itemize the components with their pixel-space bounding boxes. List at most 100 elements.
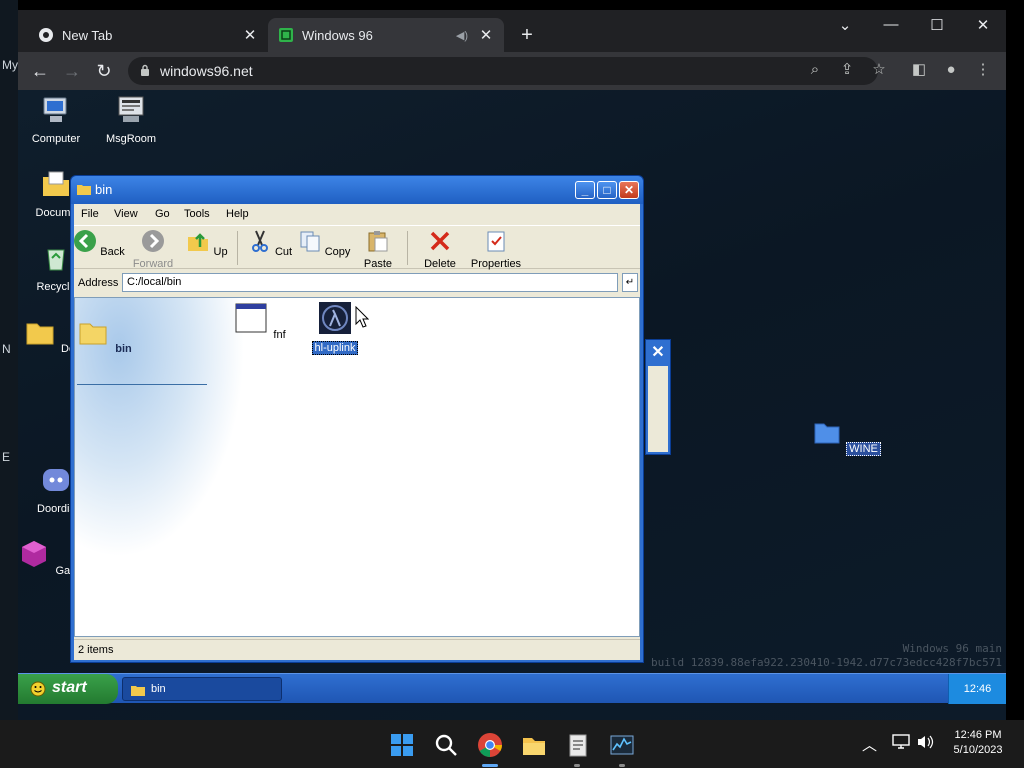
windows96-icon — [279, 28, 293, 42]
toolbar-label: Copy — [324, 246, 351, 258]
explorer-body: File View Go Tools Help Back Forward Up — [74, 204, 640, 660]
desktop-icon-label: MsgRoom — [105, 133, 157, 145]
paste-button[interactable]: Paste — [351, 229, 405, 270]
properties-button[interactable]: Properties — [467, 229, 525, 270]
scissors-icon — [251, 230, 268, 252]
folder-icon — [26, 323, 54, 345]
task-manager-icon[interactable] — [609, 732, 635, 758]
half-life-lambda-icon — [319, 302, 351, 334]
game-cube-icon — [22, 541, 47, 567]
delete-button[interactable]: Delete — [413, 229, 467, 270]
toolbar-separator — [237, 231, 238, 265]
w96-clock: 12:46 — [948, 674, 1006, 704]
share-icon[interactable]: ⇪ — [836, 59, 858, 81]
copy-icon — [300, 231, 320, 252]
close-tab-button[interactable]: ✕ — [478, 26, 494, 44]
running-indicator — [574, 764, 580, 767]
windows-start-icon[interactable] — [389, 732, 415, 758]
tab-search-button[interactable]: ⌄ — [830, 16, 860, 34]
system-clock[interactable]: 12:46 PM 5/10/2023 — [938, 728, 1018, 758]
chrome-icon[interactable] — [477, 732, 503, 758]
computer-icon — [43, 97, 67, 122]
desktop-icon-wine[interactable]: WINE — [808, 416, 884, 456]
bookmark-star-icon[interactable]: ☆ — [868, 59, 890, 81]
task-label: bin — [151, 683, 166, 695]
maximize-button[interactable]: □ — [597, 181, 617, 199]
speaker-icon[interactable]: ◀) — [456, 29, 468, 42]
properties-icon — [487, 231, 505, 252]
host-label: E — [2, 450, 11, 464]
address-bar[interactable]: windows96.net — [128, 57, 878, 85]
url-text: windows96.net — [160, 63, 253, 79]
chevron-up-icon[interactable]: ︿ — [862, 734, 877, 755]
close-button[interactable]: ✕ — [619, 181, 639, 199]
address-label: Address — [78, 277, 119, 289]
tab-windows-96[interactable]: Windows 96 ◀) ✕ — [268, 18, 504, 52]
desktop-icon-label: WINE — [846, 442, 881, 456]
toolbar-label: Cut — [274, 246, 293, 258]
tab-strip: New Tab ✕ Windows 96 ◀) ✕ + ⌄ — ☐ ✕ — [18, 10, 1006, 52]
clock-time: 12:46 PM — [954, 729, 1002, 741]
window-title: bin — [95, 182, 113, 197]
menu-tools[interactable]: Tools — [184, 208, 210, 220]
file-item[interactable]: fnf — [231, 302, 291, 341]
volume-icon[interactable] — [916, 734, 934, 750]
maximize-button[interactable]: ☐ — [922, 16, 952, 34]
host-taskbar: ︿ 12:46 PM 5/10/2023 — [0, 720, 1024, 768]
documents-folder-icon — [43, 171, 69, 196]
taskbar-item-bin[interactable]: bin — [122, 677, 282, 701]
close-tab-button[interactable]: ✕ — [242, 26, 258, 44]
copy-button[interactable]: Copy — [297, 229, 351, 258]
explorer-title-bar[interactable]: bin _ □ ✕ — [71, 176, 643, 204]
active-indicator — [482, 764, 498, 767]
discord-icon — [43, 469, 69, 491]
dialog-body — [648, 366, 668, 452]
profile-icon[interactable]: ● — [940, 59, 962, 81]
host-label: My — [2, 58, 18, 72]
search-icon[interactable] — [433, 732, 459, 758]
w96-taskbar: start bin 12:46 — [18, 673, 1006, 704]
cut-button[interactable]: Cut — [243, 229, 297, 258]
forward-button[interactable]: Forward — [126, 229, 180, 270]
close-icon[interactable]: ✕ — [648, 343, 668, 363]
forward-icon[interactable]: → — [60, 59, 84, 83]
menu-view[interactable]: View — [114, 208, 138, 220]
tab-new-tab[interactable]: New Tab ✕ — [28, 18, 268, 52]
menu-file[interactable]: File — [81, 208, 99, 220]
explorer-toolbar: Back Forward Up Cut Copy Paste Delete Pr… — [72, 225, 640, 270]
back-button[interactable]: Back — [72, 229, 126, 258]
mouse-cursor-icon — [355, 306, 369, 328]
paste-clipboard-icon — [368, 231, 388, 252]
toolbar-label: Forward — [132, 258, 174, 270]
back-icon[interactable]: ← — [28, 59, 52, 83]
smiley-icon — [30, 681, 46, 697]
desktop-icon-computer[interactable]: Computer — [18, 94, 94, 145]
start-label: start — [52, 679, 87, 696]
close-window-button[interactable]: ✕ — [968, 16, 998, 34]
minimize-button[interactable]: _ — [575, 181, 595, 199]
delete-x-icon — [430, 231, 450, 251]
zoom-icon[interactable]: ⌕ — [804, 59, 826, 81]
address-input[interactable]: C:/local/bin — [122, 273, 618, 292]
current-folder: bin — [75, 316, 135, 355]
file-label: fnf — [273, 329, 286, 341]
menu-go[interactable]: Go — [155, 208, 170, 220]
minimize-button[interactable]: — — [876, 16, 906, 33]
menu-help[interactable]: Help — [226, 208, 249, 220]
desktop-icon-msgroom[interactable]: MsgRoom — [93, 94, 169, 145]
up-button[interactable]: Up — [180, 229, 234, 258]
file-explorer-icon[interactable] — [521, 732, 547, 758]
new-tab-button[interactable]: + — [516, 24, 538, 46]
notepad-icon[interactable] — [565, 732, 591, 758]
go-arrow-icon[interactable]: ↵ — [622, 273, 638, 292]
reload-icon[interactable]: ↻ — [92, 59, 116, 83]
side-panel-icon[interactable]: ◧ — [908, 59, 930, 81]
running-indicator — [619, 764, 625, 767]
toolbar-label: Delete — [424, 258, 456, 270]
folder-icon — [131, 686, 145, 696]
start-button[interactable]: start — [18, 674, 118, 704]
network-icon[interactable] — [892, 734, 910, 750]
lock-icon — [141, 64, 149, 76]
folder-label: bin — [115, 343, 132, 355]
menu-icon[interactable]: ⋮ — [972, 59, 994, 81]
